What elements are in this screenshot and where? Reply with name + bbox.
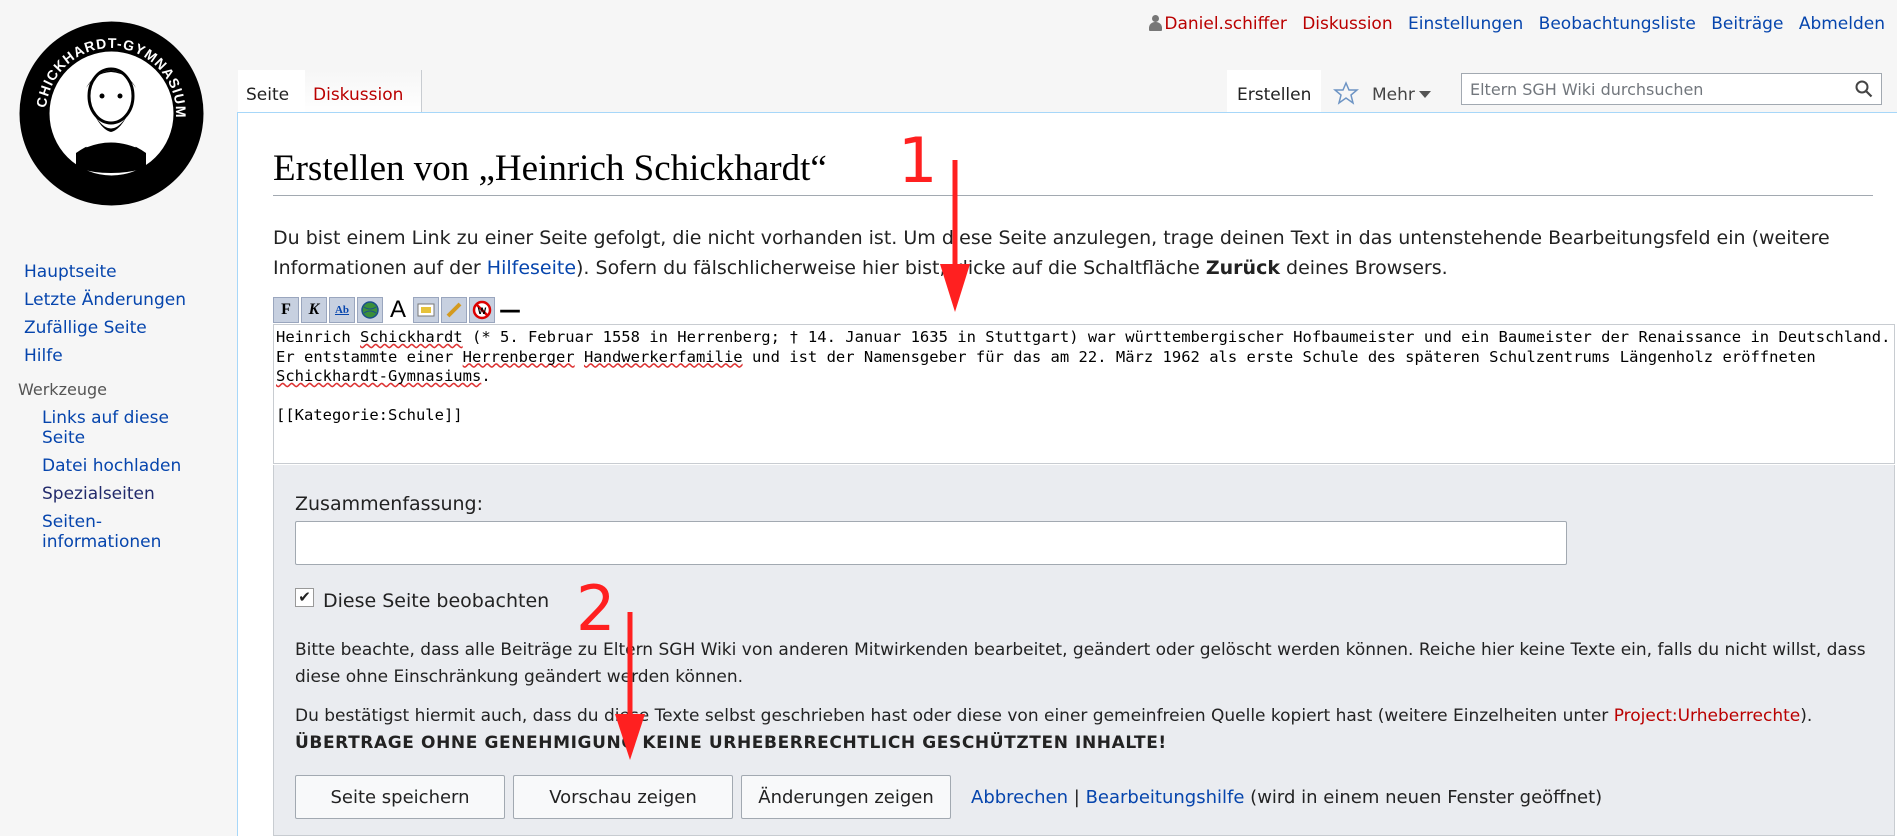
- preview-button[interactable]: Vorschau zeigen: [513, 775, 733, 819]
- logout-link[interactable]: Abmelden: [1799, 14, 1885, 34]
- search-icon[interactable]: [1855, 80, 1873, 98]
- annotation-number-2: 2: [576, 572, 616, 645]
- watch-label: Diese Seite beobachten: [323, 590, 550, 612]
- edit-buttons: Seite speichern Vorschau zeigen Änderung…: [295, 775, 1602, 819]
- nowiki-button[interactable]: W: [469, 297, 495, 323]
- license-notice: Bitte beachte, dass alle Beiträge zu Elt…: [295, 640, 1866, 687]
- intro-text-part: deines Browsers.: [1279, 257, 1448, 279]
- help-page-link[interactable]: Hilfeseite: [487, 257, 576, 279]
- watch-this-page[interactable]: ✔ Diese Seite beobachten: [295, 587, 550, 612]
- watch-star-icon[interactable]: [1333, 74, 1359, 110]
- tools-item-upload[interactable]: Datei hochladen: [42, 456, 212, 476]
- copyright-text: ).: [1800, 706, 1813, 726]
- annotation-arrow-1-icon: [940, 160, 970, 312]
- cancel-link[interactable]: Abbrechen: [971, 787, 1068, 808]
- editor-spelling-flag: Schickhardt-Gymnasiums: [276, 367, 482, 385]
- embedded-file-button[interactable]: [413, 297, 439, 323]
- svg-text:W: W: [478, 306, 487, 316]
- editor-spelling-flag: Schickhardt: [360, 328, 463, 346]
- main-content: Erstellen von „Heinrich Schickhardt“ Du …: [237, 112, 1897, 836]
- copyright-link[interactable]: Project:Urheberrechte: [1614, 706, 1801, 726]
- tools-heading[interactable]: Werkzeuge: [18, 380, 107, 399]
- image-icon: [417, 303, 435, 317]
- tools-item-special-pages[interactable]: Spezialseiten: [42, 484, 212, 504]
- copyright-notice: Du bestätigst hiermit auch, dass du dies…: [295, 703, 1875, 757]
- more-menu-label: Mehr: [1372, 85, 1415, 105]
- save-button[interactable]: Seite speichern: [295, 775, 505, 819]
- headline-button[interactable]: A: [385, 296, 411, 323]
- editor-text: Er entstammte einer: [276, 347, 463, 366]
- sidebar-item-zufaellige-seite[interactable]: Zufällige Seite: [24, 314, 229, 342]
- user-icon: [1149, 15, 1163, 31]
- editor-spelling-flag: Herrenberger: [462, 347, 575, 366]
- globe-icon: [361, 301, 379, 319]
- tools-list: Links auf diese Seite Datei hochladen Sp…: [42, 408, 212, 560]
- editor-text: [575, 348, 584, 366]
- italic-button[interactable]: K: [301, 297, 327, 323]
- editing-help-note: (wird in einem neuen Fenster geöffnet): [1250, 786, 1603, 808]
- preferences-link[interactable]: Einstellungen: [1408, 14, 1523, 34]
- summary-label: Zusammenfassung:: [295, 493, 484, 515]
- wikitext-editor[interactable]: Heinrich Schickhardt (* 5. Februar 1558 …: [273, 324, 1895, 464]
- copyright-text: Du bestätigst hiermit auch, dass du dies…: [295, 706, 1614, 726]
- tools-item-page-info[interactable]: Seiten-informationen: [42, 512, 161, 552]
- external-link-button[interactable]: [357, 297, 383, 323]
- tools-item-what-links-here[interactable]: Links auf diese Seite: [42, 408, 212, 448]
- internal-link-button[interactable]: Ab: [329, 297, 355, 323]
- horizontal-line-button[interactable]: —: [497, 297, 523, 323]
- sidebar-item-letzte-aenderungen[interactable]: Letzte Änderungen: [24, 286, 229, 314]
- nowiki-icon: W: [472, 300, 492, 320]
- editor-text: .: [481, 367, 491, 385]
- sidebar-item-hauptseite[interactable]: Hauptseite: [24, 258, 229, 286]
- search-input[interactable]: [1462, 74, 1848, 104]
- separator: |: [1073, 786, 1080, 808]
- site-logo[interactable]: SCHICKHARDT-GYMNASIUM HERRENBERG: [16, 18, 207, 209]
- tab-create[interactable]: Erstellen: [1227, 70, 1322, 114]
- editor-text: (* 5. Februar 1558 in Herrenberg; † 14. …: [462, 328, 1891, 346]
- search-box: [1461, 73, 1882, 105]
- pen-icon: [446, 302, 462, 318]
- sidebar-item-hilfe[interactable]: Hilfe: [24, 342, 229, 370]
- tab-page[interactable]: Seite: [238, 70, 313, 114]
- user-talk-link[interactable]: Diskussion: [1302, 14, 1392, 34]
- sidebar-navigation: Hauptseite Letzte Änderungen Zufällige S…: [24, 258, 229, 370]
- personal-tools: Daniel.schiffer Diskussion Einstellungen…: [1149, 14, 1885, 34]
- show-changes-button[interactable]: Änderungen zeigen: [741, 775, 951, 819]
- copyright-warning: ÜBERTRAGE OHNE GENEHMIGUNG KEINE URHEBER…: [295, 733, 1167, 753]
- edit-options-panel: Zusammenfassung: ✔ Diese Seite beobachte…: [273, 465, 1895, 836]
- signature-button[interactable]: [441, 297, 467, 323]
- more-menu[interactable]: Mehr: [1372, 70, 1431, 114]
- annotation-number-1: 1: [898, 124, 938, 197]
- user-link[interactable]: Daniel.schiffer: [1164, 14, 1286, 34]
- editor-text: und ist der Namensgeber für das am 22. M…: [742, 347, 1826, 366]
- editor-spelling-flag: Handwerkerfamilie: [583, 347, 743, 366]
- title-divider: [273, 195, 1873, 196]
- chevron-down-icon: [1418, 91, 1431, 98]
- watch-checkbox[interactable]: ✔: [295, 587, 314, 607]
- cancel-help-row: Abbrechen | Bearbeitungshilfe (wird in e…: [971, 787, 1602, 808]
- editor-text: Heinrich: [276, 328, 360, 346]
- intro-text-part: ). Sofern du fälschlicherweise hier bist…: [576, 257, 1206, 279]
- contributions-link[interactable]: Beiträge: [1711, 14, 1783, 34]
- tab-talk[interactable]: Diskussion: [305, 70, 422, 114]
- watchlist-link[interactable]: Beobachtungsliste: [1539, 14, 1696, 34]
- page-title: Erstellen von „Heinrich Schickhardt“: [273, 148, 827, 189]
- summary-input[interactable]: [295, 521, 1567, 565]
- editor-text: [[Kategorie:Schule]]: [276, 406, 463, 424]
- annotation-arrow-2-icon: [615, 612, 645, 760]
- back-button-hint: Zurück: [1205, 257, 1280, 279]
- intro-text: Du bist einem Link zu einer Seite gefolg…: [273, 223, 1893, 283]
- edit-toolbar: F K Ab A W —: [273, 296, 523, 323]
- bold-button[interactable]: F: [273, 297, 299, 323]
- editing-help-link[interactable]: Bearbeitungshilfe: [1086, 787, 1245, 808]
